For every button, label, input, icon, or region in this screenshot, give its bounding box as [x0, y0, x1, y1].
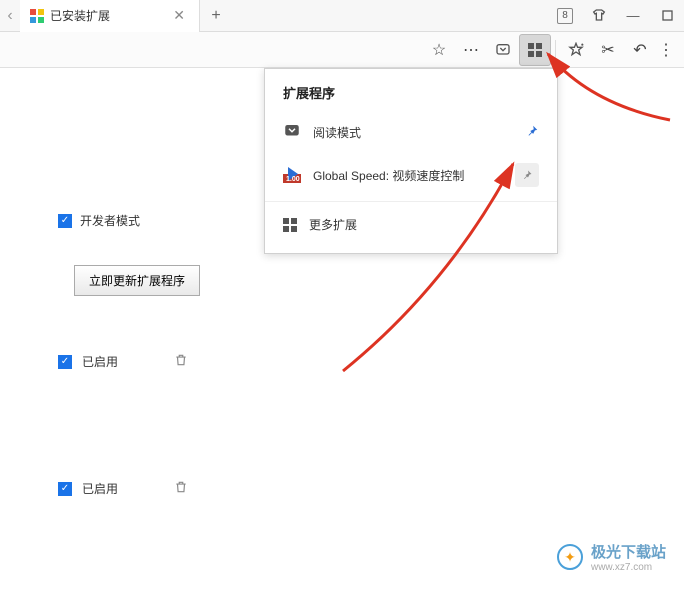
reading-mode-label: 阅读模式: [313, 124, 361, 141]
undo-icon[interactable]: ↶: [624, 34, 656, 66]
scissors-icon[interactable]: ✂: [592, 34, 624, 66]
extensions-grid-button[interactable]: [519, 34, 551, 66]
trash-icon[interactable]: [174, 479, 260, 498]
enabled-label: 已启用: [82, 480, 118, 497]
popup-item-reading-mode[interactable]: 阅读模式: [265, 112, 557, 153]
tab[interactable]: 已安装扩展 ✕: [20, 0, 200, 32]
menu-icon[interactable]: ⋮: [656, 34, 676, 66]
svg-text:1.00: 1.00: [286, 176, 300, 183]
developer-mode-row[interactable]: ✓ 开发者模式: [58, 212, 260, 229]
bookmark-add-icon[interactable]: [560, 34, 592, 66]
pin-icon[interactable]: [525, 124, 539, 141]
watermark-url: www.xz7.com: [591, 562, 666, 573]
titlebar: ‹ 已安装扩展 ✕ + 8 —: [0, 0, 684, 32]
trash-icon[interactable]: [174, 352, 260, 371]
extension-enabled-row-1: ✓ 已启用: [58, 352, 260, 371]
grid-icon: [283, 218, 297, 232]
minimize-button[interactable]: —: [616, 0, 650, 32]
left-panel: ✓ 开发者模式 立即更新扩展程序 ✓ 已启用 ✓ 已启用: [0, 68, 260, 606]
checkbox-checked-icon[interactable]: ✓: [58, 214, 72, 228]
more-extensions-label: 更多扩展: [309, 216, 357, 233]
favorite-star-icon[interactable]: ☆: [423, 34, 455, 66]
popup-title: 扩展程序: [265, 83, 557, 112]
more-dots-icon[interactable]: ⋯: [455, 34, 487, 66]
maximize-button[interactable]: [650, 0, 684, 32]
new-tab-button[interactable]: +: [200, 7, 232, 25]
content-area: ✓ 开发者模式 立即更新扩展程序 ✓ 已启用 ✓ 已启用 扩展程序 阅读模式 1…: [0, 68, 684, 587]
watermark-text: 极光下载站: [591, 541, 666, 562]
developer-mode-label: 开发者模式: [80, 212, 140, 229]
pocket-icon: [283, 122, 301, 143]
tab-prev-icon[interactable]: ‹: [0, 7, 20, 25]
watermark-logo-icon: ✦: [557, 544, 583, 570]
window-controls: 8 —: [548, 0, 684, 31]
update-extensions-button[interactable]: 立即更新扩展程序: [74, 265, 200, 296]
checkbox-checked-icon[interactable]: ✓: [58, 482, 72, 496]
enabled-label: 已启用: [82, 353, 118, 370]
extension-enabled-row-2: ✓ 已启用: [58, 479, 260, 498]
watermark: ✦ 极光下载站 www.xz7.com: [557, 541, 666, 573]
popup-divider: [265, 201, 557, 202]
extensions-popup: 扩展程序 阅读模式 1.00 Global Speed: 视频速度控制 更多扩展: [264, 68, 558, 254]
global-speed-label: Global Speed: 视频速度控制: [313, 167, 464, 184]
pocket-icon[interactable]: [487, 34, 519, 66]
tshirt-icon[interactable]: [582, 0, 616, 32]
pin-icon[interactable]: [515, 163, 539, 187]
extensions-tab-icon: [30, 9, 44, 23]
toolbar: ☆ ⋯ ✂ ↶ ⋮: [0, 32, 684, 68]
checkbox-checked-icon[interactable]: ✓: [58, 355, 72, 369]
popup-item-global-speed[interactable]: 1.00 Global Speed: 视频速度控制: [265, 153, 557, 197]
close-tab-icon[interactable]: ✕: [169, 7, 189, 24]
tab-title: 已安装扩展: [50, 7, 110, 24]
global-speed-icon: 1.00: [283, 165, 301, 186]
popup-item-more[interactable]: 更多扩展: [265, 206, 557, 243]
counter-badge[interactable]: 8: [548, 0, 582, 32]
